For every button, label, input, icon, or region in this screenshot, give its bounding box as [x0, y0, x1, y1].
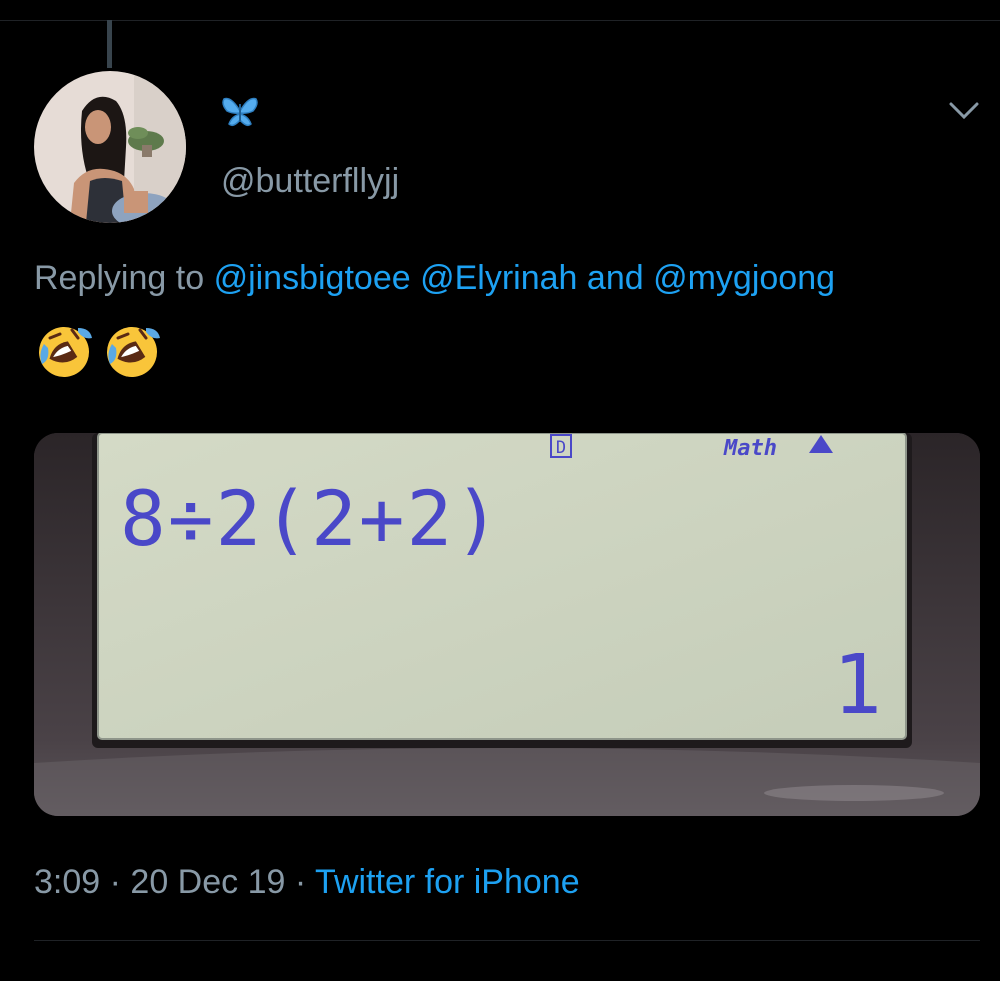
thread-connector-line: [107, 20, 112, 68]
tweet-meta: 3:09 · 20 Dec 19 · Twitter for iPhone: [34, 863, 580, 902]
chevron-down-icon[interactable]: [948, 100, 980, 127]
tweet-source-link[interactable]: Twitter for iPhone: [315, 863, 580, 901]
replying-prefix: Replying to: [34, 259, 205, 297]
rolling-laughing-emoji-icon: [107, 327, 160, 377]
rolling-laughing-emoji-icon: [39, 327, 92, 377]
tweet-photo[interactable]: D Math 8÷2(2+2) 1: [34, 433, 980, 816]
tweet-text: [34, 322, 164, 382]
and-word: and: [586, 259, 644, 297]
tweet-time[interactable]: 3:09: [34, 863, 100, 901]
bottom-divider: [34, 940, 980, 941]
separator-dot: ·: [294, 863, 307, 901]
mention-link[interactable]: @jinsbigtoee: [214, 259, 411, 297]
lcd-result: 1: [833, 638, 882, 733]
separator-dot: ·: [109, 863, 121, 901]
calculator-screen-image: D Math 8÷2(2+2) 1: [34, 433, 980, 816]
top-divider: [0, 20, 1000, 21]
avatar[interactable]: [34, 71, 186, 223]
lcd-mode-label: Math: [723, 436, 777, 461]
mention-link[interactable]: @Elyrinah: [420, 259, 577, 297]
display-name[interactable]: [221, 94, 259, 135]
mention-link[interactable]: @mygjoong: [653, 259, 835, 297]
lcd-expression: 8÷2(2+2): [120, 474, 502, 563]
avatar-image: [34, 71, 186, 223]
lcd-indicator-d: D: [556, 438, 566, 458]
replying-to-line: Replying to @jinsbigtoee @Elyrinah and @…: [34, 259, 835, 298]
tweet-date[interactable]: 20 Dec 19: [130, 863, 285, 901]
user-handle[interactable]: @butterfllyjj: [221, 162, 399, 201]
butterfly-icon: [222, 97, 258, 127]
